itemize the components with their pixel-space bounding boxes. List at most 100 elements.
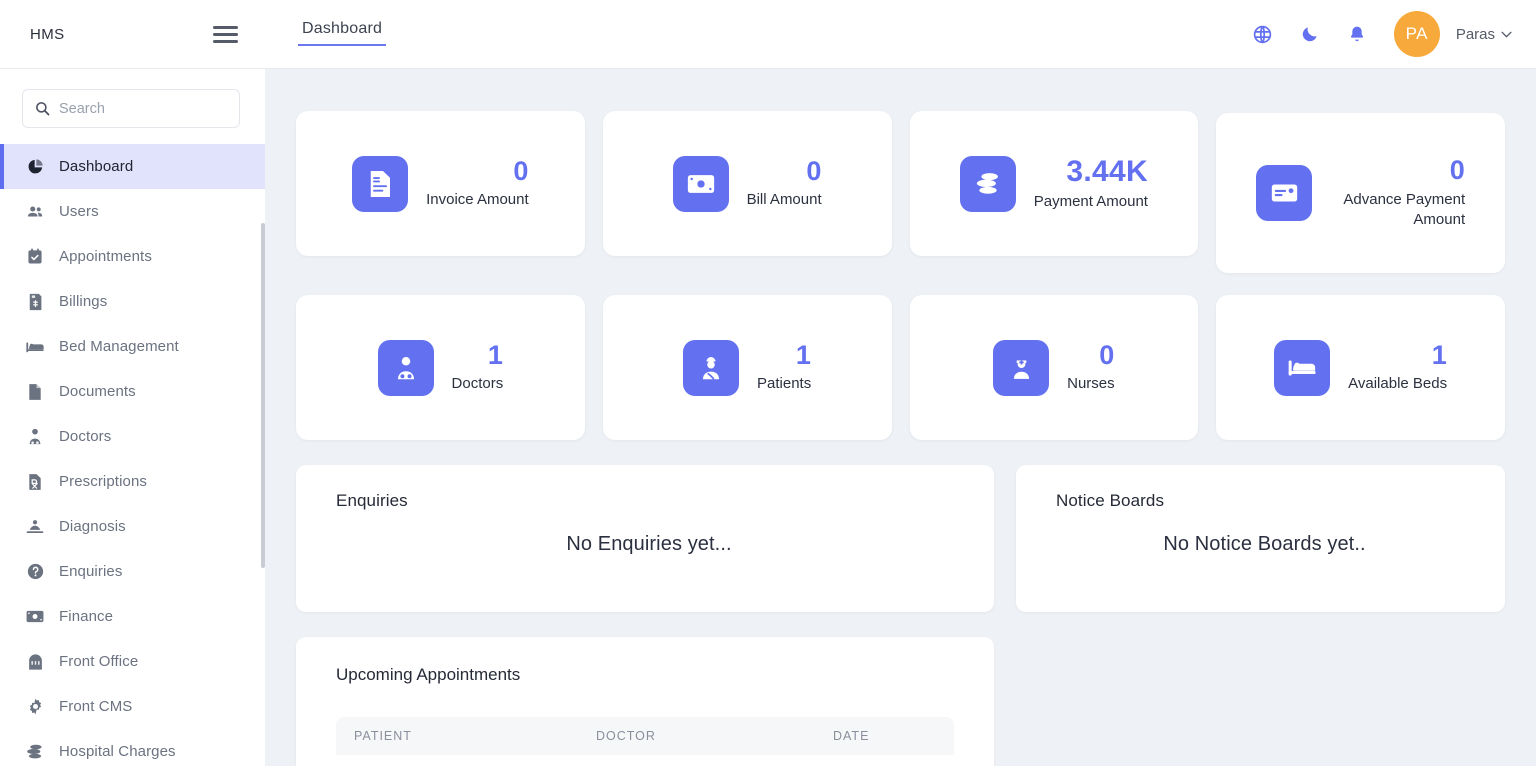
stat-card-payment-amount[interactable]: 3.44K Payment Amount [909, 111, 1199, 256]
column-header-date: DATE [833, 729, 870, 743]
diagnosis-icon [26, 518, 44, 536]
top-bar-actions: PA Paras [1252, 11, 1536, 57]
sidebar-item-label: Bed Management [59, 338, 179, 355]
appointments-row: Upcoming Appointments PATIENT DOCTOR DAT… [265, 612, 1536, 766]
sidebar-item-front-cms[interactable]: Front CMS [0, 684, 265, 729]
sidebar-item-label: Users [59, 203, 99, 220]
sidebar-item-bed-management[interactable]: Bed Management [0, 324, 265, 369]
stat-card-available-beds[interactable]: 1 Available Beds [1216, 295, 1505, 440]
sidebar-item-label: Front CMS [59, 698, 133, 715]
sidebar-item-appointments[interactable]: Appointments [0, 234, 265, 279]
sidebar-item-enquiries[interactable]: Enquiries [0, 549, 265, 594]
sidebar-nav: Dashboard Users Appointments Billings Be… [0, 144, 265, 766]
stat-label: Payment Amount [1033, 192, 1148, 210]
office-icon [26, 653, 44, 671]
top-bar: HMS Dashboard PA Paras [0, 0, 1536, 69]
stat-label: Nurses [1067, 375, 1115, 393]
sidebar-item-label: Doctors [59, 428, 112, 445]
doctor-avatar-icon [377, 339, 434, 396]
sidebar-item-dashboard[interactable]: Dashboard [0, 144, 265, 189]
panels-row: Enquiries No Enquiries yet... Notice Boa… [265, 440, 1536, 612]
stat-text: 1 Doctors [451, 339, 504, 395]
sidebar-item-hospital-charges[interactable]: Hospital Charges [0, 729, 265, 766]
tab-dashboard[interactable]: Dashboard [298, 18, 387, 46]
coins-stack-icon [959, 155, 1016, 212]
notice-boards-empty-state: No Notice Boards yet.. [1163, 533, 1366, 555]
enquiries-panel: Enquiries No Enquiries yet... [296, 465, 994, 612]
stat-card-nurses[interactable]: 0 Nurses [909, 295, 1199, 440]
stat-text: 1 Available Beds [1348, 339, 1448, 395]
gear-icon [26, 698, 44, 716]
prescription-icon [26, 473, 44, 491]
sidebar-item-finance[interactable]: Finance [0, 594, 265, 639]
tab-bar: Dashboard [298, 0, 387, 68]
user-name-label: Paras [1455, 25, 1495, 43]
search-box[interactable] [22, 89, 240, 128]
sidebar-item-prescriptions[interactable]: Prescriptions [0, 459, 265, 504]
pie-chart-icon [26, 158, 44, 176]
stat-value: 1 [795, 339, 812, 370]
sidebar-item-documents[interactable]: Documents [0, 369, 265, 414]
calendar-check-icon [26, 248, 44, 266]
users-icon [26, 203, 44, 221]
sidebar-item-label: Diagnosis [59, 518, 126, 535]
doctor-icon [26, 428, 44, 446]
stat-text: 0 Bill Amount [746, 156, 822, 211]
tab-dashboard-label: Dashboard [302, 20, 383, 37]
avatar[interactable]: PA [1393, 11, 1440, 57]
stats-row-financial: 0 Invoice Amount 0 Bill Amount 3.44K Pay… [265, 69, 1536, 273]
sidebar-item-label: Billings [59, 293, 108, 310]
sidebar-item-label: Finance [59, 608, 114, 625]
stat-value: 0 [513, 155, 529, 186]
receipt-icon [26, 293, 44, 311]
enquiries-empty-state: No Enquiries yet... [566, 533, 732, 555]
sidebar-item-label: Front Office [59, 653, 139, 670]
card-icon [1256, 165, 1313, 221]
sidebar-item-front-office[interactable]: Front Office [0, 639, 265, 684]
sidebar-item-doctors[interactable]: Doctors [0, 414, 265, 459]
sidebar-item-label: Documents [59, 383, 136, 400]
sidebar-item-label: Appointments [59, 248, 152, 265]
sidebar-item-users[interactable]: Users [0, 189, 265, 234]
upcoming-appointments-title: Upcoming Appointments [336, 665, 521, 684]
stat-card-patients[interactable]: 1 Patients [602, 295, 892, 440]
notice-boards-panel-title: Notice Boards [1056, 491, 1165, 510]
globe-icon[interactable] [1252, 24, 1273, 45]
bell-icon[interactable] [1347, 24, 1367, 45]
document-icon [26, 383, 44, 401]
stat-card-doctors[interactable]: 1 Doctors [296, 295, 585, 440]
stat-label: Patients [757, 375, 812, 393]
sidebar-item-label: Prescriptions [59, 473, 147, 490]
sidebar-item-billings[interactable]: Billings [0, 279, 265, 324]
nurse-avatar-icon [993, 339, 1050, 396]
stat-card-invoice-amount[interactable]: 0 Invoice Amount [296, 111, 585, 256]
stat-text: 0 Nurses [1067, 339, 1115, 395]
sidebar-item-label: Dashboard [59, 158, 134, 175]
stat-value: 0 [1449, 154, 1466, 185]
stat-card-bill-amount[interactable]: 0 Bill Amount [602, 111, 892, 256]
stat-value: 0 [1099, 339, 1115, 370]
stat-label: Bill Amount [746, 191, 822, 209]
notice-boards-panel: Notice Boards No Notice Boards yet.. [1016, 465, 1505, 612]
upcoming-appointments-panel: Upcoming Appointments PATIENT DOCTOR DAT… [296, 637, 994, 766]
sidebar-scrollbar[interactable] [261, 223, 265, 568]
main-content: 0 Invoice Amount 0 Bill Amount 3.44K Pay… [265, 69, 1536, 766]
stat-text: 0 Invoice Amount [426, 155, 529, 211]
stat-value: 1 [487, 339, 504, 370]
brand-logo: HMS [30, 25, 65, 43]
menu-toggle-icon[interactable] [208, 17, 242, 51]
sidebar-search-wrap [0, 69, 265, 136]
appointments-table-header: PATIENT DOCTOR DATE [336, 717, 954, 755]
stat-card-advance-payment-amount[interactable]: 0 Advance Payment Amount [1216, 113, 1505, 273]
sidebar: Dashboard Users Appointme [0, 69, 265, 766]
stat-value: 3.44K [1066, 154, 1148, 188]
user-menu[interactable]: Paras [1456, 26, 1512, 43]
search-input[interactable] [59, 100, 209, 117]
search-icon [36, 102, 50, 116]
banknote-icon [672, 155, 729, 212]
sidebar-item-diagnosis[interactable]: Diagnosis [0, 504, 265, 549]
moon-icon[interactable] [1300, 24, 1320, 44]
stat-value: 1 [1431, 339, 1448, 370]
stat-text: 1 Patients [757, 339, 812, 395]
stat-label: Doctors [451, 375, 504, 393]
